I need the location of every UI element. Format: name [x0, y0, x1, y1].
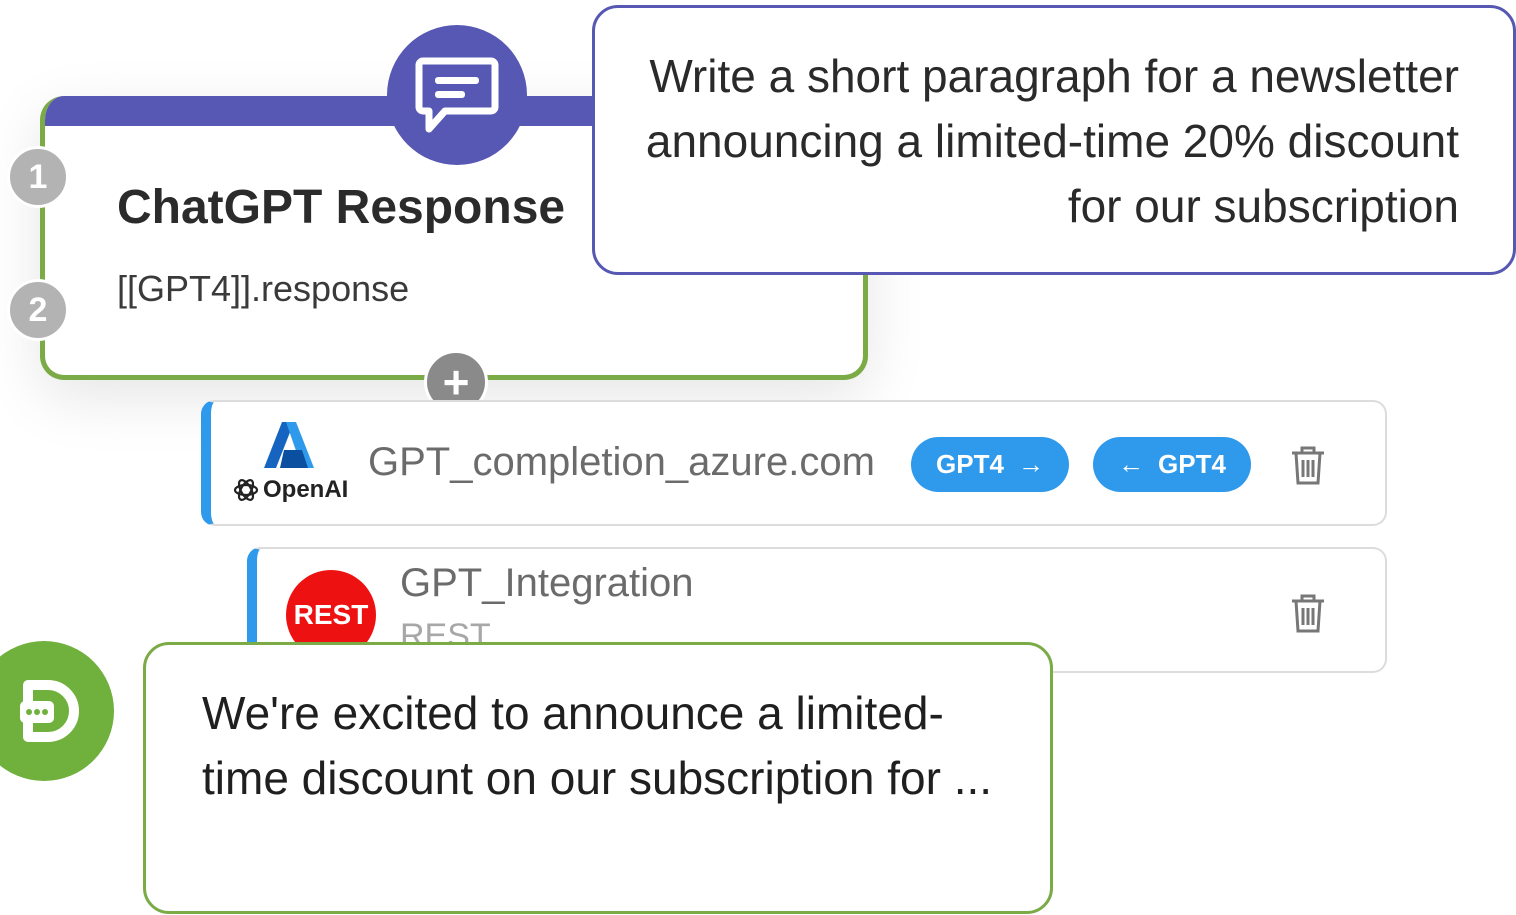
- chat-bubble-icon: [387, 25, 527, 165]
- openai-knot-icon: [233, 479, 259, 501]
- gpt4-output-chip[interactable]: GPT4 →: [911, 437, 1069, 492]
- chat-output-icon: [0, 641, 114, 781]
- chip-label: GPT4: [936, 449, 1004, 479]
- node-subtitle: [[GPT4]].response: [117, 268, 410, 309]
- azure-logo-icon: [262, 420, 316, 475]
- trash-icon[interactable]: [1289, 592, 1327, 639]
- arrow-right-icon: →: [1017, 449, 1044, 479]
- trash-icon[interactable]: [1289, 444, 1327, 491]
- gpt4-input-chip[interactable]: ← GPT4: [1093, 437, 1251, 492]
- chip-label: GPT4: [1158, 449, 1226, 479]
- openai-logo: OpenAI: [232, 476, 348, 504]
- integration-name: GPT_Integration: [400, 561, 694, 605]
- arrow-left-icon: ←: [1118, 449, 1145, 479]
- response-bubble: We're excited to announce a limited-time…: [143, 642, 1053, 914]
- openai-logo-text: OpenAI: [263, 476, 349, 503]
- prompt-bubble: Write a short paragraph for a newsletter…: [592, 5, 1516, 275]
- node-title: ChatGPT Response: [117, 181, 566, 234]
- integration-name: GPT_completion_azure.com: [368, 440, 875, 484]
- input-port-1[interactable]: 1: [7, 146, 69, 208]
- input-port-2[interactable]: 2: [7, 279, 69, 341]
